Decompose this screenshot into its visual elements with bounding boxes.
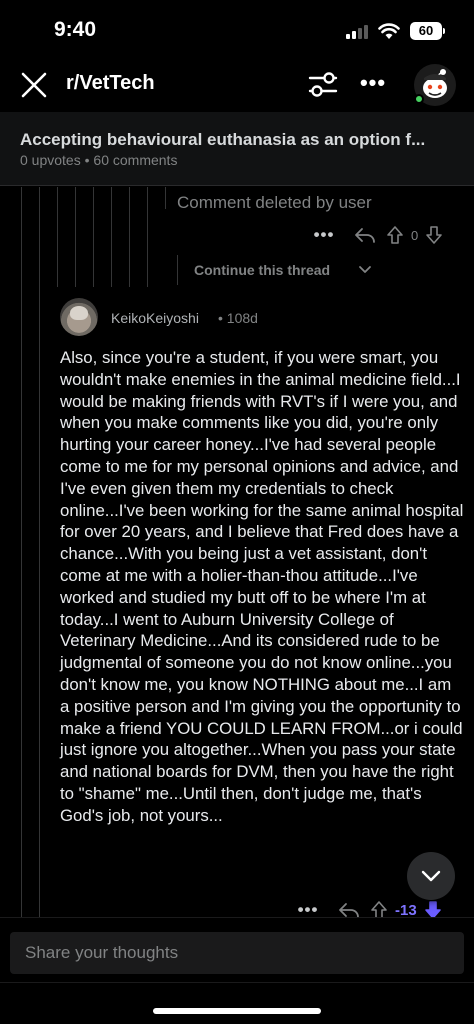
meta-separator: •: [218, 310, 223, 326]
status-time: 9:40: [54, 18, 97, 41]
comment-body: Also, since you're a student, if you wer…: [60, 348, 464, 825]
comment-username[interactable]: KeikoKeiyoshi: [111, 310, 199, 326]
downvote-icon: [426, 226, 443, 244]
upvote-icon: [387, 226, 403, 244]
commenter-avatar[interactable]: [60, 298, 98, 336]
divider: [0, 982, 474, 983]
more-options-button[interactable]: •••: [356, 70, 390, 100]
close-button[interactable]: [18, 69, 50, 101]
more-icon: •••: [359, 70, 387, 95]
post-meta: 0 upvotes • 60 comments: [20, 152, 177, 168]
post-title[interactable]: Accepting behavioural euthanasia as an o…: [20, 130, 460, 150]
comment-more-button[interactable]: •••: [312, 225, 336, 245]
filter-icon: [308, 72, 338, 97]
app-header: r/VetTech •••: [0, 60, 474, 110]
post-header[interactable]: Accepting behavioural euthanasia as an o…: [0, 112, 474, 186]
downvote-button[interactable]: [423, 225, 445, 245]
comment-input[interactable]: [10, 932, 464, 974]
battery-level: 60: [418, 23, 434, 38]
scroll-down-button[interactable]: [407, 852, 455, 900]
reply-icon: [355, 228, 375, 243]
vote-score: 0: [411, 227, 419, 243]
deleted-comment-actions: ••• 0: [312, 222, 445, 248]
subreddit-name[interactable]: r/VetTech: [66, 72, 155, 95]
chevron-down-icon: [421, 870, 441, 882]
chevron-down-icon[interactable]: [358, 262, 372, 278]
comment-age: • 108d: [218, 310, 258, 326]
battery-indicator: 60: [410, 22, 445, 40]
cellular-signal-icon: [346, 25, 372, 39]
deleted-comment-text: Comment deleted by user: [177, 193, 372, 212]
meta-separator: •: [84, 152, 90, 168]
sort-filter-button[interactable]: [306, 70, 340, 100]
comment-composer: [0, 917, 474, 981]
comment-count: 60 comments: [93, 152, 178, 168]
close-icon: [21, 72, 47, 98]
vote-score: -13: [395, 901, 417, 919]
upvote-button[interactable]: [384, 225, 406, 245]
reply-button[interactable]: [346, 226, 384, 244]
wifi-icon: [378, 23, 400, 39]
home-indicator[interactable]: [153, 1008, 321, 1014]
continue-thread-link[interactable]: Continue this thread: [194, 262, 330, 278]
status-bar: 9:40 60: [0, 0, 474, 60]
comment-age-value: 108d: [226, 310, 258, 326]
upvote-count: 0 upvotes: [20, 152, 81, 168]
online-status-dot: [414, 94, 424, 104]
